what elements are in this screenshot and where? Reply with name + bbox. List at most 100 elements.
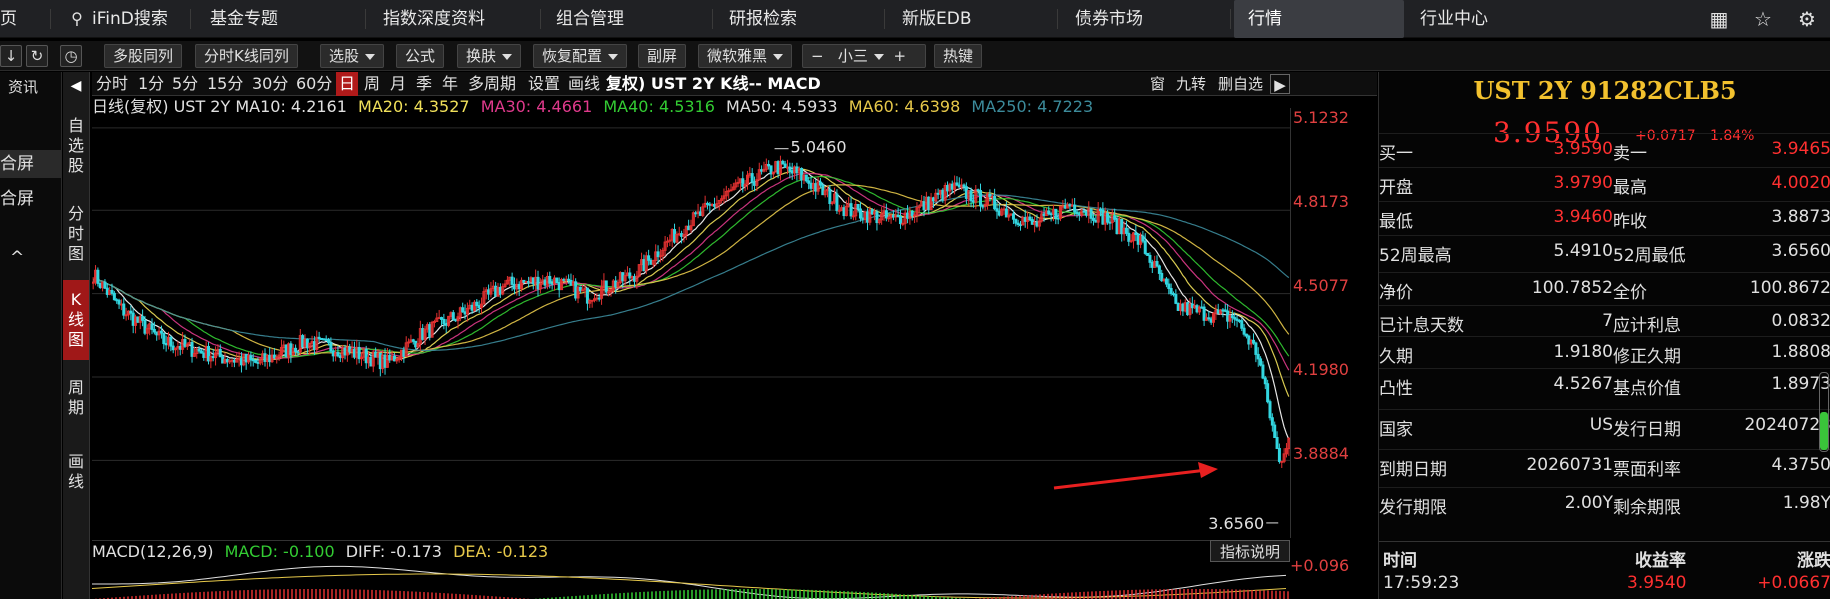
download-icon[interactable]: ↓	[0, 45, 22, 67]
quote-field-label: 国家	[1379, 420, 1413, 440]
remove-watchlist-button[interactable]: 删自选	[1218, 74, 1263, 94]
font-family-dropdown[interactable]: 微软雅黑	[698, 44, 793, 68]
hotkey-button[interactable]: 热键	[934, 44, 983, 68]
scrollbar-thumb[interactable]	[1820, 412, 1828, 450]
dea-value: DEA: -0.123	[453, 542, 549, 561]
candle	[1252, 339, 1256, 344]
period-30min[interactable]: 30分	[252, 72, 288, 96]
nav-item-bond-market[interactable]: 债券市场	[1075, 0, 1143, 38]
tab-watchlist-label: 自选股	[67, 116, 84, 175]
tab-timeshare[interactable]: 分时图	[63, 198, 89, 278]
period-day[interactable]: 日	[336, 72, 359, 96]
diff-line	[92, 565, 1287, 599]
tab-watchlist[interactable]: 自选股	[63, 110, 89, 190]
font-minus-button[interactable]: −	[811, 47, 824, 65]
period-quarter[interactable]: 季	[416, 72, 432, 96]
kline-chart[interactable]: 5.0460 3.6560	[92, 118, 1376, 538]
nav-item-industry-center[interactable]: 行业中心	[1420, 0, 1488, 38]
search-icon[interactable]: ⚲	[66, 8, 88, 30]
candle	[1091, 217, 1095, 221]
ma30-value: MA30: 4.4661	[480, 97, 593, 116]
candle	[122, 303, 126, 316]
quote-field-value: 100.7852	[1531, 278, 1613, 298]
tab-period[interactable]: 周期	[63, 368, 89, 428]
candle	[760, 169, 764, 172]
period-15min[interactable]: 15分	[207, 72, 243, 96]
candle	[713, 203, 717, 207]
nav-item-fund-topic[interactable]: 基金专题	[210, 0, 278, 38]
candle	[197, 349, 201, 352]
tab-drawing[interactable]: 画线	[63, 442, 89, 502]
period-month[interactable]: 月	[390, 72, 406, 96]
nav-item-portfolio[interactable]: 组合管理	[556, 0, 624, 38]
nav-item-ifind-search[interactable]: iFinD搜索	[92, 0, 168, 38]
quote-row: 52周最高 5.4910 52周最低 3.6560	[1379, 235, 1830, 267]
trade-row: 17:59:23 3.9540 +0.0667	[1379, 569, 1830, 597]
candle	[1070, 204, 1074, 207]
candle	[590, 299, 594, 302]
quote-row: 发行期限 2.00Y 剩余期限 1.98Y	[1379, 487, 1830, 519]
collapse-left-icon[interactable]: ◀	[66, 76, 86, 96]
clock-icon[interactable]: ◷	[60, 45, 82, 67]
candle	[136, 316, 140, 323]
nav-item-home[interactable]: 页	[0, 0, 17, 38]
window-button[interactable]: 窗	[1150, 74, 1165, 94]
candle	[1273, 424, 1277, 438]
candle	[202, 352, 206, 358]
period-5min[interactable]: 5分	[172, 72, 198, 96]
font-plus-button[interactable]: +	[893, 47, 906, 65]
restore-config-dropdown[interactable]: 恢复配置	[533, 44, 628, 68]
sidebar-item-news[interactable]: 资讯	[8, 76, 38, 97]
tab-kline[interactable]: K线图	[63, 280, 89, 360]
quote-field-value: 4.3750	[1771, 455, 1830, 475]
skin-dropdown[interactable]: 换肤	[457, 44, 522, 68]
nine-turn-button[interactable]: 九转	[1176, 74, 1206, 94]
period-60min[interactable]: 60分	[296, 72, 332, 96]
multi-stock-button[interactable]: 多股同列	[104, 44, 183, 68]
candle	[567, 278, 571, 281]
period-bar: 分时 1分 5分 15分 30分 60分 日 周 月 季 年 多周期 设置 画线…	[92, 72, 1377, 96]
candle	[1181, 303, 1185, 312]
quote-field-label: 发行期限	[1379, 498, 1447, 518]
timeshare-kline-button[interactable]: 分时K线同列	[195, 44, 298, 68]
stock-picker-dropdown[interactable]: 选股	[320, 44, 385, 68]
quote-field-label: 到期日期	[1379, 460, 1447, 480]
candle	[411, 339, 415, 342]
grid-icon[interactable]: ▦	[1708, 8, 1730, 30]
nav-separator	[712, 9, 713, 29]
nav-item-edb[interactable]: 新版EDB	[902, 0, 972, 38]
skin-label: 换肤	[466, 47, 497, 65]
period-multi[interactable]: 多周期	[468, 72, 516, 96]
candle	[677, 233, 681, 236]
indicator-explain-button[interactable]: 指标说明	[1210, 540, 1290, 562]
period-timeshare[interactable]: 分时	[96, 72, 128, 96]
candle	[440, 317, 444, 320]
formula-button[interactable]: 公式	[396, 44, 445, 68]
candle	[1164, 278, 1168, 285]
candle	[1042, 213, 1046, 217]
refresh-icon[interactable]: ↻	[26, 45, 48, 67]
candle	[319, 337, 323, 340]
period-1min[interactable]: 1分	[138, 72, 164, 96]
settings-icon[interactable]: ⚙	[1796, 8, 1818, 30]
nav-item-index-data[interactable]: 指数深度资料	[383, 0, 485, 38]
candle	[614, 280, 618, 288]
sidebar-item-combined-screen-2[interactable]: 合屏	[0, 184, 34, 209]
candle	[1235, 318, 1239, 321]
period-week[interactable]: 周	[364, 72, 380, 96]
candle	[1028, 216, 1032, 221]
period-year[interactable]: 年	[442, 72, 458, 96]
sidebar-collapse-toggle[interactable]: ^	[10, 248, 24, 268]
nav-item-quotes[interactable]: 行情	[1234, 0, 1404, 38]
star-icon[interactable]: ☆	[1752, 8, 1774, 30]
quote-field-value: 3.8873	[1771, 207, 1830, 227]
expand-icon[interactable]: ▶	[1270, 74, 1290, 94]
font-size-control[interactable]: − 小三 +	[802, 44, 926, 68]
sidebar-item-combined-screen[interactable]: 合屏	[0, 150, 62, 178]
candle	[378, 352, 382, 370]
secondary-screen-button[interactable]: 副屏	[638, 44, 687, 68]
quote-field-label: 基点价值	[1613, 379, 1681, 399]
nav-item-research[interactable]: 研报检索	[729, 0, 797, 38]
period-drawing[interactable]: 画线	[568, 72, 600, 96]
period-settings[interactable]: 设置	[528, 72, 560, 96]
